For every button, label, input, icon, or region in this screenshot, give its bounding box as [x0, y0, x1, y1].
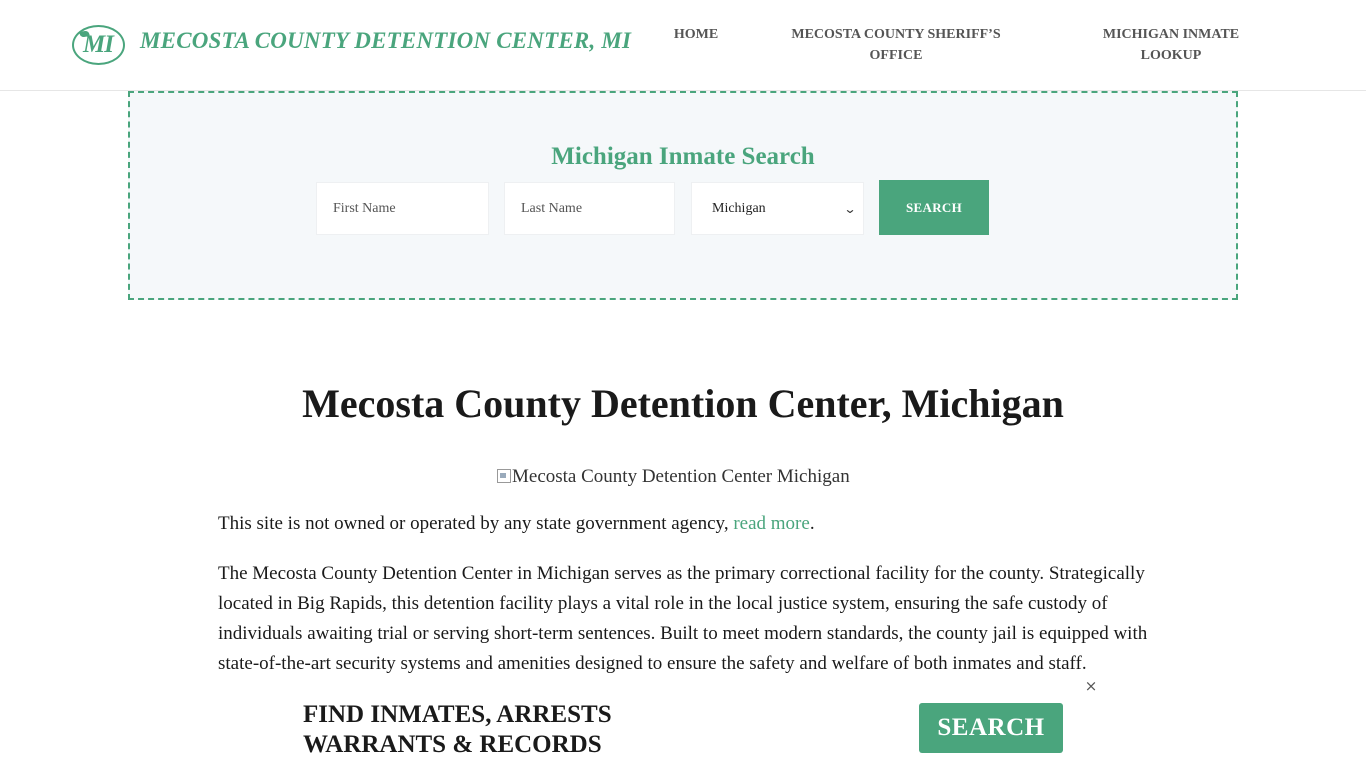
search-title: Michigan Inmate Search	[551, 143, 815, 170]
chevron-down-icon: ⌄	[843, 201, 857, 216]
nav-inmate-lookup[interactable]: MICHIGAN INMATE LOOKUP	[1090, 24, 1252, 66]
facility-image: Mecosta County Detention Center Michigan	[497, 466, 850, 488]
banner-line-2: WARRANTS & RECORDS	[303, 731, 602, 758]
logo-monogram: MI	[83, 31, 114, 58]
last-name-input[interactable]: Last Name	[504, 182, 675, 235]
bottom-ad-banner: FIND INMATES, ARRESTS WARRANTS & RECORDS…	[0, 700, 1366, 768]
first-name-input[interactable]: First Name	[316, 182, 489, 235]
search-button[interactable]: SEARCH	[879, 180, 989, 235]
close-icon[interactable]: ×	[1083, 677, 1099, 695]
banner-headline: FIND INMATES, ARRESTS WARRANTS & RECORDS	[303, 700, 612, 760]
state-select-value: Michigan	[712, 200, 766, 216]
broken-image-icon	[497, 469, 511, 483]
read-more-link[interactable]: read more	[733, 513, 809, 534]
disclaimer-end: .	[809, 513, 815, 534]
nav-sheriffs-office[interactable]: MECOSTA COUNTY SHERIFF’S OFFICE	[782, 24, 1010, 66]
disclaimer-text: This site is not owned or operated by an…	[218, 513, 734, 534]
nav-home[interactable]: HOME	[660, 24, 732, 45]
intro-paragraph: The Mecosta County Detention Center in M…	[218, 563, 1148, 674]
site-title[interactable]: MECOSTA COUNTY DETENTION CENTER, MI	[140, 28, 631, 54]
banner-search-button[interactable]: SEARCH	[919, 703, 1063, 753]
banner-line-1: FIND INMATES, ARRESTS	[303, 701, 612, 728]
inmate-search-panel: Michigan Inmate Search First Name Last N…	[128, 91, 1238, 300]
site-logo[interactable]: MI	[72, 25, 125, 65]
page-title: Mecosta County Detention Center, Michiga…	[302, 381, 1064, 426]
disclaimer: This site is not owned or operated by an…	[218, 513, 1148, 535]
facility-image-alt: Mecosta County Detention Center Michigan	[512, 466, 850, 487]
state-select[interactable]: Michigan ⌄	[691, 182, 864, 235]
site-header: MI MECOSTA COUNTY DETENTION CENTER, MI H…	[0, 0, 1366, 91]
